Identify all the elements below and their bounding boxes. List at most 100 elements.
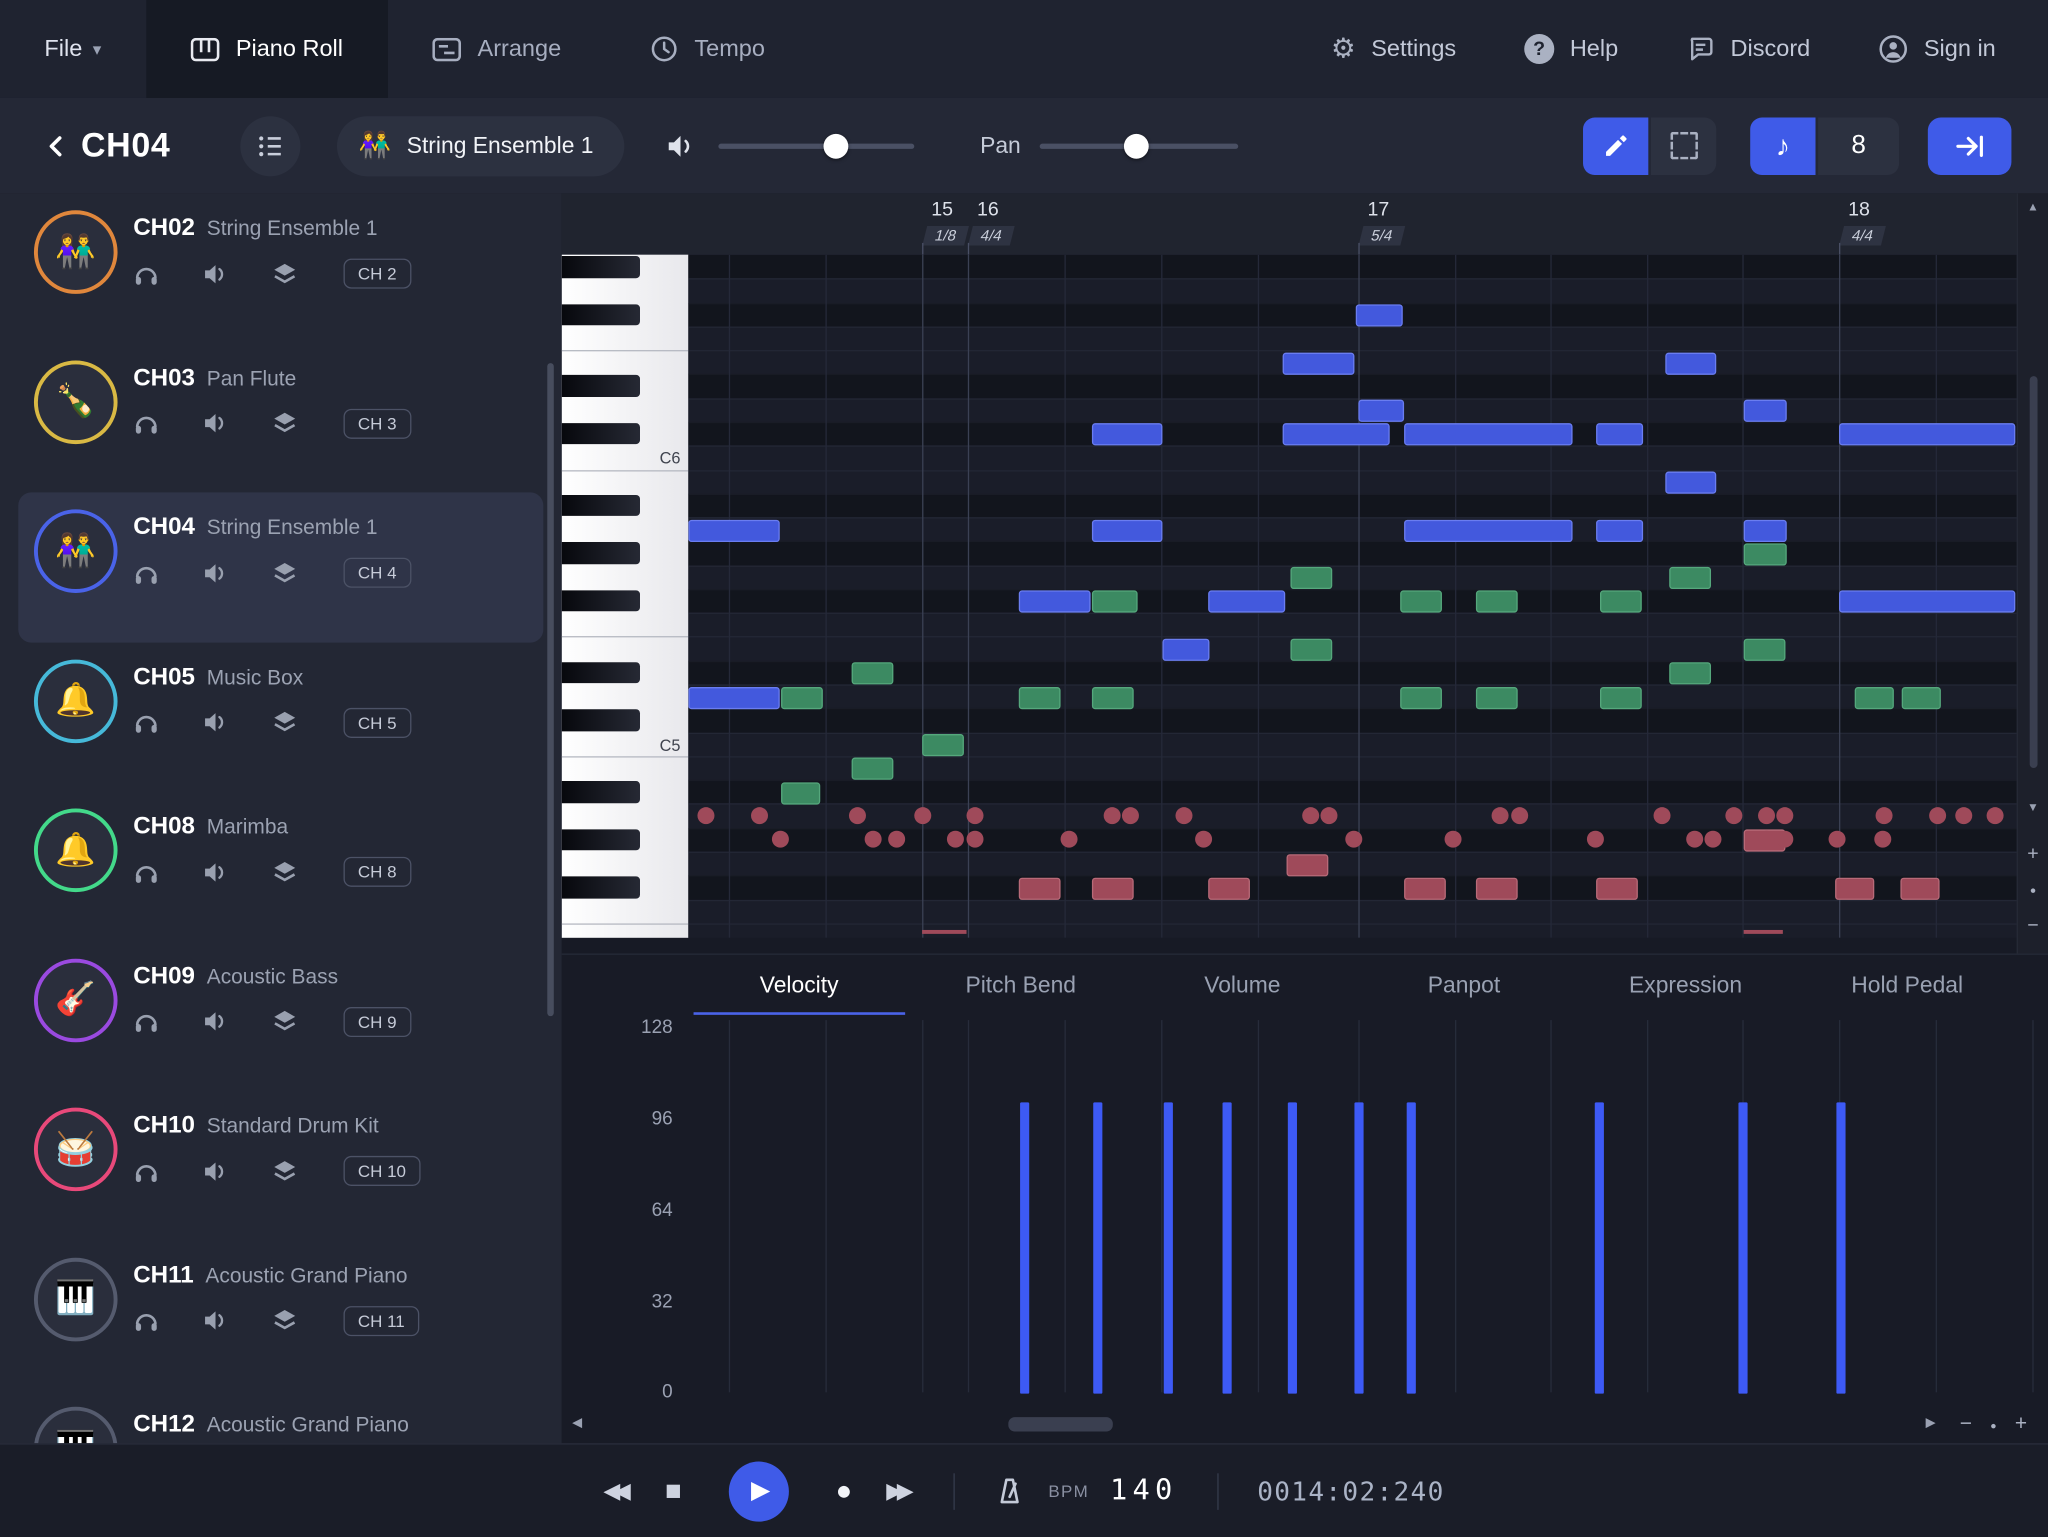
volume-slider[interactable] xyxy=(719,143,915,148)
track-avatar[interactable]: 🎸 xyxy=(34,958,118,1042)
midi-note[interactable] xyxy=(1404,424,1572,446)
scroll-right-icon[interactable]: ▶ xyxy=(1926,1416,1936,1430)
headphones-icon[interactable] xyxy=(133,859,159,885)
speaker-icon[interactable] xyxy=(202,859,228,885)
track-row[interactable]: 🔔 CH05 Music Box CH 5 xyxy=(18,642,543,792)
forward-button[interactable]: ▶▶ xyxy=(886,1478,914,1504)
track-avatar[interactable]: 🔔 xyxy=(34,808,118,892)
help-button[interactable]: ? Help xyxy=(1490,0,1652,98)
velocity-bar[interactable] xyxy=(1407,1102,1416,1393)
rewind-button[interactable]: ◀◀ xyxy=(603,1478,631,1504)
track-channel-badge[interactable]: CH 9 xyxy=(344,1006,411,1036)
pan-slider-knob[interactable] xyxy=(1124,133,1149,158)
note-length-button[interactable]: ♪ xyxy=(1750,117,1815,174)
drum-note[interactable] xyxy=(1876,807,1893,824)
layers-icon[interactable] xyxy=(272,1307,298,1333)
piano-key-black[interactable] xyxy=(562,423,640,445)
layers-icon[interactable] xyxy=(272,1158,298,1184)
midi-note[interactable] xyxy=(852,663,894,685)
record-button[interactable]: ● xyxy=(836,1475,853,1506)
headphones-icon[interactable] xyxy=(133,1008,159,1034)
headphones-icon[interactable] xyxy=(133,1307,159,1333)
track-avatar[interactable]: 🎹 xyxy=(34,1257,118,1341)
piano-key-black[interactable] xyxy=(562,375,640,397)
midi-note[interactable] xyxy=(922,734,964,756)
scroll-left-icon[interactable]: ◀ xyxy=(572,1416,582,1430)
velocity-bar[interactable] xyxy=(1738,1102,1747,1393)
scroll-down-icon[interactable]: ▼ xyxy=(2018,801,2048,814)
track-row[interactable]: 👫 CH02 String Ensemble 1 CH 2 xyxy=(18,193,543,343)
track-channel-badge[interactable]: CH 2 xyxy=(344,259,411,289)
stop-button[interactable]: ■ xyxy=(665,1475,682,1506)
midi-note[interactable] xyxy=(1596,519,1643,541)
volume-slider-knob[interactable] xyxy=(824,133,849,158)
piano-key-black[interactable] xyxy=(562,829,640,851)
midi-note[interactable] xyxy=(1287,854,1329,876)
track-avatar[interactable]: 👫 xyxy=(34,509,118,593)
midi-note[interactable] xyxy=(1019,877,1061,899)
zoom-in-button[interactable]: + xyxy=(2018,844,2048,864)
midi-note[interactable] xyxy=(1356,304,1403,326)
track-avatar[interactable]: 👫 xyxy=(34,210,118,294)
track-avatar[interactable]: 🥁 xyxy=(34,1108,118,1192)
metronome-button[interactable] xyxy=(994,1475,1025,1506)
layers-icon[interactable] xyxy=(272,560,298,586)
track-row[interactable]: 👫 CH04 String Ensemble 1 CH 4 xyxy=(18,492,543,642)
track-row[interactable]: 🥁 CH10 Standard Drum Kit CH 10 xyxy=(18,1091,543,1241)
drum-note[interactable] xyxy=(697,807,714,824)
velocity-bar[interactable] xyxy=(1288,1102,1297,1393)
midi-note[interactable] xyxy=(1404,519,1572,541)
midi-note[interactable] xyxy=(1855,686,1894,708)
track-channel-badge[interactable]: CH 4 xyxy=(344,558,411,588)
piano-key-black[interactable] xyxy=(562,662,640,684)
tab-panpot[interactable]: Panpot xyxy=(1353,955,1575,1015)
midi-note[interactable] xyxy=(1019,686,1061,708)
scroll-up-icon[interactable]: ▲ xyxy=(2018,200,2048,213)
velocity-bar[interactable] xyxy=(1354,1102,1363,1393)
midi-note[interactable] xyxy=(1358,400,1404,422)
drum-note[interactable] xyxy=(1122,807,1139,824)
track-row[interactable]: 🎹 CH12 Acoustic Grand Piano CH 12 xyxy=(18,1390,543,1444)
sign-in-button[interactable]: Sign in xyxy=(1844,0,2030,98)
midi-note[interactable] xyxy=(1839,591,2015,613)
track-channel-badge[interactable]: CH 10 xyxy=(344,1156,421,1186)
velocity-bar[interactable] xyxy=(1223,1102,1232,1393)
midi-note[interactable] xyxy=(1744,543,1787,565)
tab-volume[interactable]: Volume xyxy=(1132,955,1354,1015)
bpm-value[interactable]: 140 xyxy=(1110,1475,1178,1508)
h-zoom-in-button[interactable]: + xyxy=(2015,1413,2027,1437)
midi-note[interactable] xyxy=(1208,591,1285,613)
zoom-out-button[interactable]: − xyxy=(2018,916,2048,936)
drum-note[interactable] xyxy=(1725,807,1742,824)
midi-note[interactable] xyxy=(1596,877,1638,899)
headphones-icon[interactable] xyxy=(133,261,159,287)
note-grid[interactable] xyxy=(688,255,2018,938)
midi-note[interactable] xyxy=(1162,639,1209,661)
track-row[interactable]: 🍾 CH03 Pan Flute CH 3 xyxy=(18,343,543,493)
file-menu[interactable]: File ▾ xyxy=(0,0,146,98)
time-signature-badge[interactable]: 1/8 xyxy=(922,226,969,246)
track-row[interactable]: 🎹 CH11 Acoustic Grand Piano CH 11 xyxy=(18,1240,543,1390)
piano-key-black[interactable] xyxy=(562,256,640,278)
drum-note[interactable] xyxy=(1302,807,1319,824)
midi-note[interactable] xyxy=(852,758,894,780)
track-channel-badge[interactable]: CH 3 xyxy=(344,408,411,438)
midi-note[interactable] xyxy=(1476,591,1518,613)
drum-note[interactable] xyxy=(1758,807,1775,824)
speaker-icon[interactable] xyxy=(202,410,228,436)
time-signature-badge[interactable]: 5/4 xyxy=(1359,226,1406,246)
midi-note[interactable] xyxy=(1476,877,1518,899)
tab-tempo[interactable]: Tempo xyxy=(606,0,810,98)
midi-note[interactable] xyxy=(1600,686,1642,708)
midi-note[interactable] xyxy=(1902,686,1941,708)
speaker-icon[interactable] xyxy=(202,709,228,735)
track-channel-badge[interactable]: CH 5 xyxy=(344,707,411,737)
speaker-icon[interactable] xyxy=(202,261,228,287)
selection-tool-button[interactable] xyxy=(1651,117,1716,174)
piano-key-black[interactable] xyxy=(562,304,640,326)
midi-note-thin[interactable] xyxy=(922,930,966,934)
note-length-value[interactable]: 8 xyxy=(1818,117,1899,174)
velocity-bar[interactable] xyxy=(1164,1102,1173,1393)
discord-button[interactable]: Discord xyxy=(1652,0,1844,98)
midi-note[interactable] xyxy=(1092,424,1163,446)
